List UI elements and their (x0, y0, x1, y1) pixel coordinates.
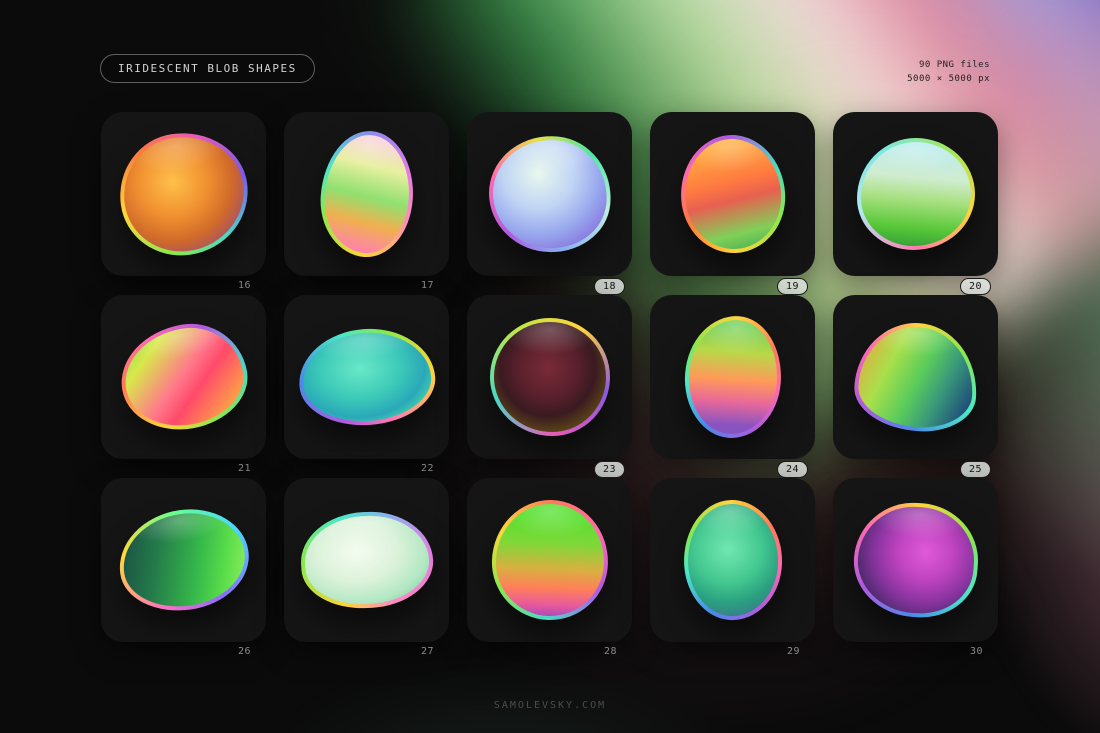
blob-cell: 24 (650, 295, 815, 478)
blob-cell: 21 (101, 295, 266, 478)
blob-grid: 16 17 18 19 20 21 22 23 24 25 26 27 28 29 30 (101, 112, 998, 661)
blob-core (856, 324, 975, 430)
blob-shape (489, 498, 609, 622)
blob-core (302, 513, 430, 607)
blob-shape (112, 501, 255, 618)
file-meta-count: 90 PNG files (907, 58, 990, 72)
item-number-badge: 21 (230, 461, 259, 476)
blob-core (861, 142, 971, 246)
file-meta-size: 5000 × 5000 px (907, 72, 990, 86)
blob-cell: 19 (650, 112, 815, 295)
blob-core (300, 329, 434, 426)
promo-canvas: IRIDESCENT BLOB SHAPES 90 PNG files 5000… (0, 0, 1100, 733)
blob-card (284, 112, 449, 276)
blob-shape (483, 130, 616, 258)
blob-card (284, 478, 449, 642)
item-number-badge: 26 (230, 644, 259, 659)
blob-cell: 22 (284, 295, 449, 478)
blob-card (284, 295, 449, 459)
blob-shape (857, 138, 975, 250)
blob-cell: 26 (101, 478, 266, 661)
blob-shape (298, 509, 435, 612)
blob-core (494, 502, 606, 618)
blob-card (650, 112, 815, 276)
blob-core (854, 503, 977, 617)
blob-card (833, 478, 998, 642)
item-number-badge: 23 (594, 461, 625, 478)
blob-card (467, 112, 632, 276)
item-number-badge: 16 (230, 278, 259, 293)
item-number-badge: 20 (960, 278, 991, 295)
blob-shape (677, 132, 789, 257)
blob-cell: 28 (467, 478, 632, 661)
blob-shape (295, 324, 437, 429)
blob-card (467, 478, 632, 642)
blob-shape (680, 313, 784, 441)
item-number-badge: 28 (596, 644, 625, 659)
file-meta: 90 PNG files 5000 × 5000 px (907, 58, 990, 87)
blob-core (685, 317, 781, 437)
blob-card (101, 112, 266, 276)
blob-shape (112, 125, 256, 264)
blob-core (320, 132, 412, 256)
item-number-badge: 19 (777, 278, 808, 295)
blob-cell: 27 (284, 478, 449, 661)
blob-card (101, 478, 266, 642)
blob-shape (852, 320, 979, 434)
blob-core (117, 506, 251, 614)
blob-core (117, 319, 250, 434)
blob-card (101, 295, 266, 459)
blob-cell: 20 (833, 112, 998, 295)
blob-card (650, 295, 815, 459)
credit-text: SAMOLEVSKY.COM (0, 700, 1100, 711)
blob-core (494, 322, 606, 432)
blob-core (685, 502, 781, 619)
blob-cell: 29 (650, 478, 815, 661)
blob-shape (680, 498, 784, 623)
blob-cell: 23 (467, 295, 632, 478)
title-badge: IRIDESCENT BLOB SHAPES (100, 54, 315, 83)
blob-card (833, 295, 998, 459)
blob-card (467, 295, 632, 459)
item-number-badge: 27 (413, 644, 442, 659)
title-badge-label: IRIDESCENT BLOB SHAPES (118, 62, 297, 75)
item-number-badge: 29 (779, 644, 808, 659)
blob-card (650, 478, 815, 642)
item-number-badge: 24 (777, 461, 808, 478)
blob-shape (316, 128, 417, 260)
item-number-badge: 22 (413, 461, 442, 476)
blob-core (487, 134, 612, 253)
item-number-badge: 17 (413, 278, 442, 293)
blob-core (116, 129, 251, 259)
blob-shape (112, 315, 254, 439)
blob-card (833, 112, 998, 276)
blob-core (681, 136, 784, 252)
blob-cell: 25 (833, 295, 998, 478)
item-number-badge: 18 (594, 278, 625, 295)
blob-shape (490, 318, 610, 436)
item-number-badge: 30 (962, 644, 991, 659)
blob-cell: 30 (833, 478, 998, 661)
blob-shape (850, 499, 982, 621)
blob-cell: 18 (467, 112, 632, 295)
blob-cell: 16 (101, 112, 266, 295)
blob-cell: 17 (284, 112, 449, 295)
item-number-badge: 25 (960, 461, 991, 478)
